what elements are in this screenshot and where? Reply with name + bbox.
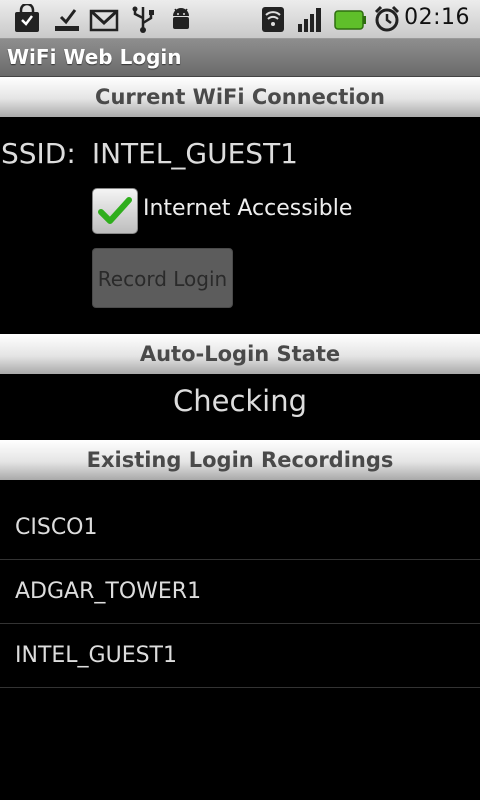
wifi-icon <box>258 4 288 34</box>
battery-icon <box>332 4 368 34</box>
signal-icon <box>294 4 324 34</box>
usb-icon <box>128 4 158 34</box>
ssid-row: SSID: INTEL_GUEST1 <box>1 137 298 170</box>
ssid-label: SSID: <box>1 137 76 170</box>
list-item[interactable]: INTEL_GUEST1 <box>0 624 480 688</box>
auto-login-header: Auto-Login State <box>0 334 480 374</box>
app-title-bar: WiFi Web Login <box>0 39 480 77</box>
checkmark-icon <box>98 197 132 224</box>
recordings-header: Existing Login Recordings <box>0 440 480 480</box>
list-item[interactable]: ADGAR_TOWER1 <box>0 560 480 624</box>
shopping-bag-icon <box>12 2 42 34</box>
gmail-icon <box>88 4 119 34</box>
status-clock: 02:16 <box>404 5 470 30</box>
current-connection-header: Current WiFi Connection <box>0 77 480 117</box>
android-debug-icon <box>166 4 196 34</box>
record-login-button[interactable]: Record Login <box>92 248 233 308</box>
list-item[interactable]: CISCO1 <box>0 496 480 560</box>
status-bar: 02:16 <box>0 0 480 39</box>
app-title: WiFi Web Login <box>7 45 182 69</box>
recordings-list: CISCO1 ADGAR_TOWER1 INTEL_GUEST1 <box>0 496 480 688</box>
auto-login-state: Checking <box>172 384 308 418</box>
ssid-value: INTEL_GUEST1 <box>91 137 298 170</box>
alarm-icon <box>372 4 402 34</box>
internet-accessible-checkbox[interactable] <box>92 188 138 234</box>
internet-accessible-label: Internet Accessible <box>143 196 353 221</box>
download-icon <box>52 4 82 34</box>
